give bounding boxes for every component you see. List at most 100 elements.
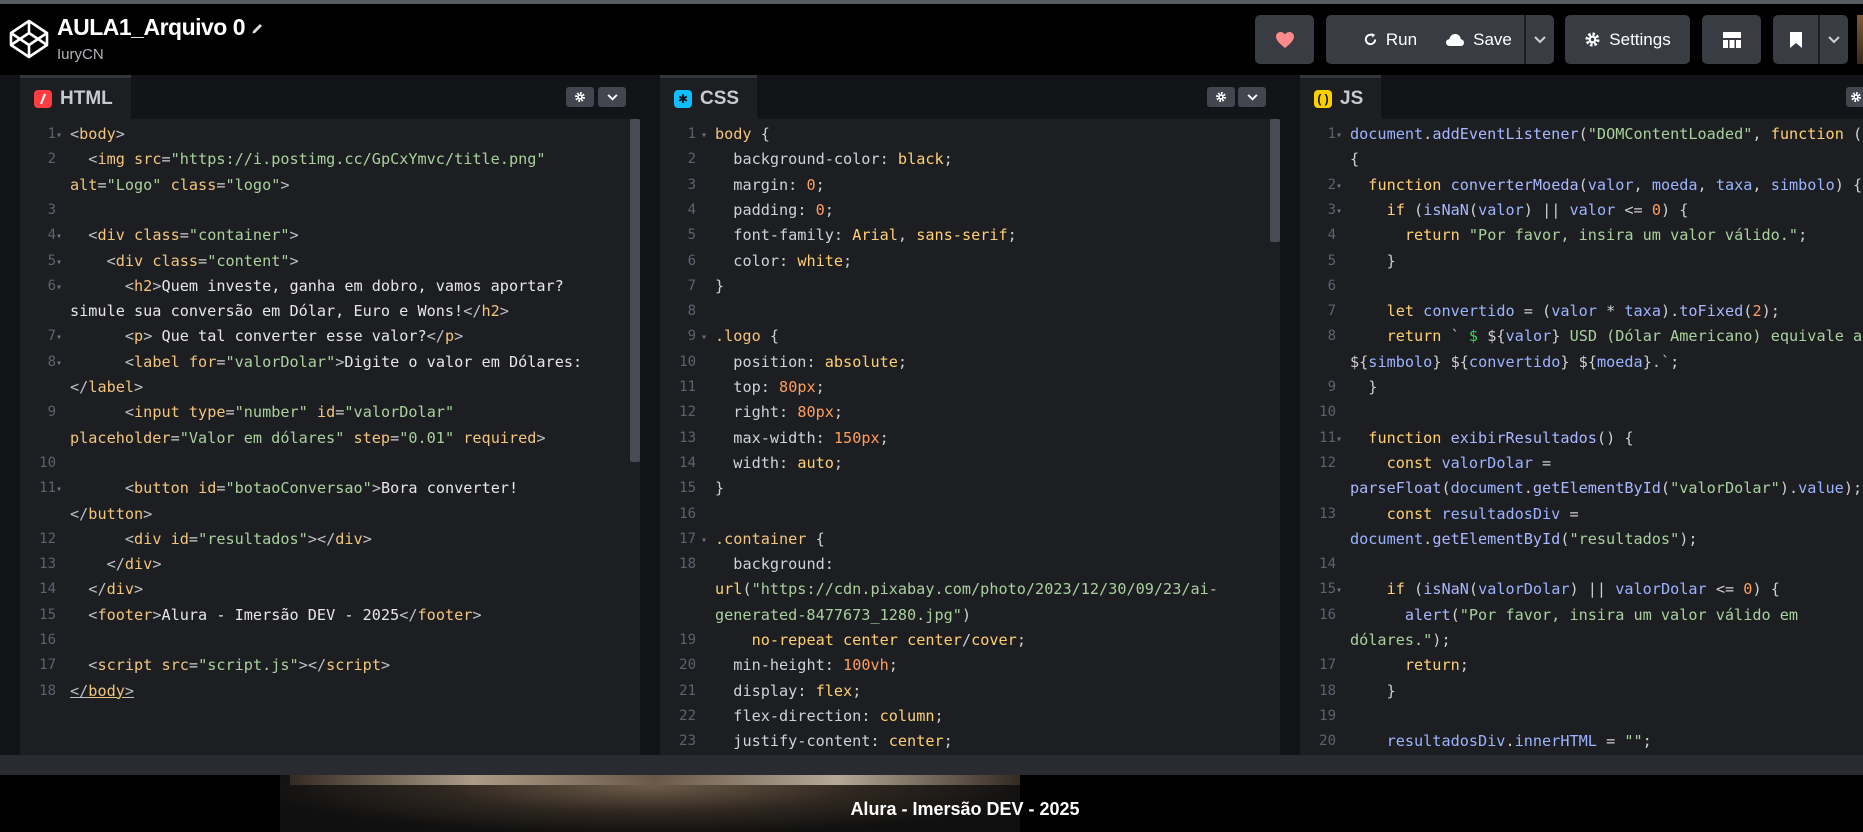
save-label: Save — [1473, 29, 1512, 49]
line-number: 14 — [679, 454, 696, 471]
code-line: alert("Por favor, insira um valor válido… — [1404, 605, 1799, 624]
fold-arrow-icon[interactable]: ▾ — [1336, 123, 1342, 148]
line-number: 8 — [47, 353, 56, 370]
html-pane-settings-button[interactable] — [566, 87, 594, 107]
codepen-logo-icon[interactable] — [8, 18, 50, 60]
line-number: 23 — [679, 733, 696, 750]
css-pane-collapse-button[interactable] — [1238, 87, 1266, 107]
cloud-icon — [1446, 33, 1465, 46]
js-language-icon: ( ) — [1314, 89, 1332, 108]
code-line: { — [1350, 150, 1360, 169]
line-number: 18 — [679, 556, 696, 573]
code-line: return "Por favor, insira um valor válid… — [1404, 226, 1808, 245]
css-editor-pane: ✱ CSS 1 ▾ body {2 background-color: black;… — [660, 75, 1280, 755]
settings-button[interactable]: Settings — [1565, 15, 1690, 64]
fold-arrow-icon[interactable]: ▾ — [56, 477, 62, 502]
code-line: <div class="content"> — [106, 251, 299, 270]
change-view-button[interactable] — [1702, 15, 1761, 64]
code-line: position: absolute; — [733, 352, 908, 371]
bookmark-options-dropdown[interactable] — [1820, 15, 1848, 64]
code-line: placeholder="Valor em dólares" step="0.0… — [70, 428, 546, 447]
code-line: let convertido = (valor * taxa).toFixed(… — [1386, 302, 1780, 321]
fold-arrow-icon[interactable]: ▾ — [56, 224, 62, 249]
code-line: document.getElementById("resultados"); — [1350, 529, 1698, 548]
fold-arrow-icon[interactable]: ▾ — [56, 123, 62, 148]
line-number: 8 — [1327, 328, 1336, 345]
code-line: <h2>Quem investe, ganha em dobro, vamos … — [124, 276, 564, 295]
fold-arrow-icon[interactable]: ▾ — [56, 325, 62, 350]
bookmark-button[interactable] — [1773, 15, 1818, 64]
html-pane-header: HTML — [20, 75, 640, 119]
css-editor-scrollbar[interactable] — [1270, 119, 1280, 242]
code-line: <div class="container"> — [88, 226, 299, 245]
line-number: 1 — [47, 126, 56, 142]
code-line: background: — [733, 555, 834, 574]
gear-icon — [1851, 92, 1861, 102]
code-line: const valorDolar = — [1386, 453, 1552, 472]
line-number: 11 — [39, 480, 56, 497]
line-number: 13 — [39, 556, 56, 573]
code-line: dólares."); — [1350, 631, 1451, 649]
code-line: } — [1386, 681, 1396, 700]
code-line: url("https://cdn.pixabay.com/photo/2023/… — [715, 580, 1218, 599]
heart-icon — [1275, 31, 1294, 48]
code-line: if (isNaN(valorDolar) || valorDolar <= 0… — [1386, 580, 1780, 599]
html-editor-scrollbar[interactable] — [630, 119, 640, 462]
code-line: <div id="resultados"></div> — [124, 529, 372, 548]
html-pane-collapse-button[interactable] — [598, 87, 626, 107]
line-number: 2 — [1327, 176, 1336, 193]
code-line: </div> — [106, 555, 162, 574]
chevron-down-icon — [606, 93, 618, 101]
chevron-down-icon — [1534, 35, 1546, 43]
code-line: } — [715, 276, 725, 295]
line-number: 13 — [679, 429, 696, 446]
fold-arrow-icon[interactable]: ▾ — [1336, 199, 1342, 224]
fold-arrow-icon[interactable]: ▾ — [701, 123, 707, 148]
code-line: <input type="number" id="valorDolar" — [124, 403, 455, 422]
fold-arrow-icon[interactable]: ▾ — [1336, 174, 1342, 199]
js-pane-settings-button[interactable] — [1846, 87, 1863, 107]
code-line: margin: 0; — [733, 175, 825, 194]
save-button[interactable]: Save — [1433, 15, 1524, 64]
css-pane-tab[interactable]: ✱ CSS — [660, 75, 758, 119]
fold-arrow-icon[interactable]: ▾ — [701, 528, 707, 553]
save-options-dropdown[interactable] — [1526, 15, 1554, 64]
line-number: 6 — [1327, 277, 1336, 294]
fold-arrow-icon[interactable]: ▾ — [56, 250, 62, 275]
code-line: background-color: black; — [733, 150, 953, 169]
fold-arrow-icon[interactable]: ▾ — [56, 275, 62, 300]
code-line: <button id="botaoConversao">Bora convert… — [124, 479, 519, 498]
user-avatar[interactable] — [1857, 15, 1863, 64]
line-number: 5 — [687, 227, 696, 244]
code-line: flex-direction: column; — [733, 706, 944, 725]
code-line: top: 80px; — [733, 378, 825, 396]
css-code-editor[interactable]: 1 ▾ body {2 background-color: black; 3 marg… — [660, 119, 1280, 755]
line-number: 21 — [679, 682, 696, 699]
line-number: 11 — [679, 379, 696, 395]
pen-title[interactable]: AULA1_Arquivo 0 — [57, 14, 265, 41]
code-line: <body> — [70, 125, 125, 143]
code-line: display: flex; — [733, 681, 862, 700]
line-number: 12 — [679, 404, 696, 421]
like-button[interactable] — [1255, 15, 1314, 64]
line-number: 19 — [679, 632, 696, 648]
js-pane-tab[interactable]: ( ) JS — [1300, 75, 1382, 119]
fold-arrow-icon[interactable]: ▾ — [1336, 578, 1342, 603]
line-number: 4 — [47, 227, 56, 244]
code-line: <label for="valorDolar">Digite o valor e… — [124, 352, 583, 371]
pencil-edit-icon[interactable] — [251, 14, 265, 41]
line-number: 8 — [687, 303, 696, 320]
html-code-editor[interactable]: 1 ▾ <body> 2 <img src="https://i.postimg.cc… — [20, 119, 640, 755]
js-code-editor[interactable]: 1 ▾ document.addEventListener("DOMContentL… — [1300, 119, 1863, 755]
fold-arrow-icon[interactable]: ▾ — [56, 351, 62, 376]
css-pane-settings-button[interactable] — [1207, 87, 1235, 107]
html-pane-tab[interactable]: HTML — [20, 75, 131, 119]
fold-arrow-icon[interactable]: ▾ — [1336, 427, 1342, 452]
code-line: padding: 0; — [733, 200, 834, 219]
code-line: </div> — [88, 580, 144, 599]
code-line: color: white; — [733, 251, 853, 270]
resizer-bar[interactable] — [0, 755, 1863, 775]
line-number: 5 — [47, 252, 56, 269]
pen-author[interactable]: IuryCN — [57, 46, 104, 63]
fold-arrow-icon[interactable]: ▾ — [701, 325, 707, 350]
